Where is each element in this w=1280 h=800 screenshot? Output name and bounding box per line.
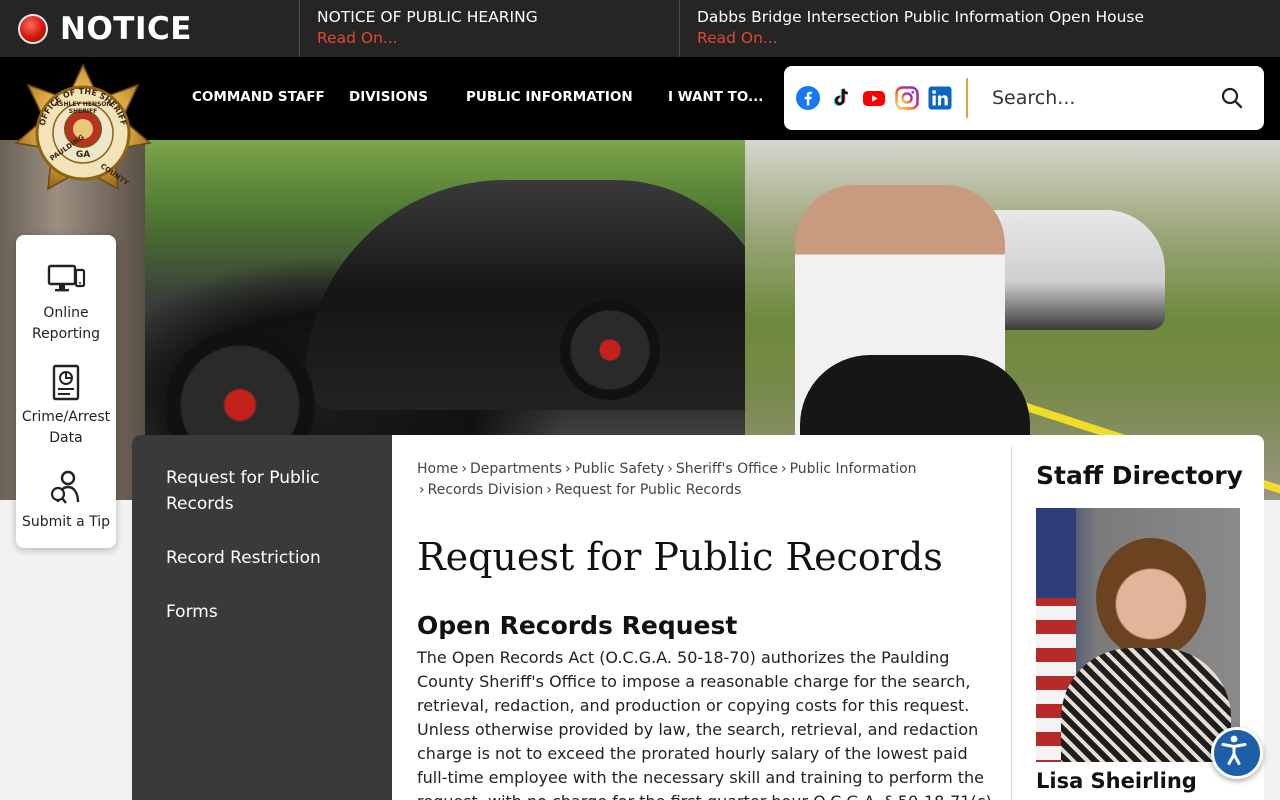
flag-canton-shape (1036, 508, 1076, 598)
site-header: COMMAND STAFF DIVISIONS PUBLIC INFORMATI… (0, 57, 1280, 140)
quick-link-online-reporting[interactable]: Online Reporting (16, 259, 116, 345)
notice-heading: NOTICE (60, 10, 192, 47)
sidebar-nav: Request for Public Records Record Restri… (132, 435, 392, 800)
search-input[interactable] (990, 86, 1214, 110)
linkedin-icon[interactable] (928, 86, 952, 110)
logo-state-text: GA (76, 150, 90, 160)
sidebar-item-request-public-records[interactable]: Request for Public Records (166, 465, 366, 517)
sidebar-item-forms[interactable]: Forms (166, 599, 366, 625)
read-on-link[interactable]: Read On... (317, 27, 679, 49)
youtube-icon[interactable] (862, 86, 886, 110)
notice-bar: NOTICE NOTICE OF PUBLIC HEARING Read On.… (0, 0, 1280, 57)
person-body-shape (1061, 648, 1231, 762)
logo-name-text: ASHLEY HENSON (55, 101, 112, 108)
body-text: The Open Records Act (O.C.G.A. 50-18-70)… (417, 648, 992, 800)
alert-dot-icon (18, 13, 48, 44)
accessibility-icon (1221, 735, 1247, 765)
quick-link-submit-tip[interactable]: Submit a Tip (16, 468, 116, 533)
social-links (784, 86, 952, 110)
breadcrumb-sheriffs-office[interactable]: Sheriff's Office (676, 461, 778, 477)
section-title: Open Records Request (417, 611, 738, 640)
notice-title[interactable]: Dabbs Bridge Intersection Public Informa… (697, 7, 1278, 27)
accessibility-button[interactable] (1211, 727, 1263, 779)
quick-links-panel: Online Reporting Crime/Arrest Data Submi… (16, 235, 116, 548)
tip-person-icon (46, 468, 86, 508)
main-content-panel: Request for Public Records Record Restri… (132, 435, 1264, 800)
breadcrumb: Home › Departments › Public Safety › Sheriff's… (417, 461, 917, 498)
staff-photo[interactable] (1036, 508, 1240, 762)
nav-item-command-staff[interactable]: COMMAND STAFF (192, 89, 325, 105)
search-icon[interactable] (1220, 86, 1244, 110)
person-head-shape (1096, 538, 1206, 658)
page-title: Request for Public Records (417, 535, 943, 579)
notice-title[interactable]: NOTICE OF PUBLIC HEARING (317, 7, 679, 27)
sheriff-badge-logo[interactable]: OFFICE OF THE SHERIFF ASHLEY HENSON SHER… (14, 63, 152, 201)
computer-monitor-icon (46, 259, 86, 299)
patrol-car-shape (305, 180, 775, 410)
logo-title-text: SHERIFF (69, 108, 98, 115)
notice-item[interactable]: NOTICE OF PUBLIC HEARING Read On... (300, 0, 680, 57)
nav-item-public-information[interactable]: PUBLIC INFORMATION (466, 89, 633, 105)
breadcrumb-home[interactable]: Home (417, 461, 458, 477)
instagram-icon[interactable] (895, 86, 919, 110)
breadcrumb-departments[interactable]: Departments (470, 461, 562, 477)
quick-link-label: Online Reporting (31, 305, 101, 342)
content-divider (1011, 447, 1012, 800)
nav-item-i-want-to[interactable]: I WANT TO... (668, 89, 763, 105)
quick-link-crime-arrest-data[interactable]: Crime/Arrest Data (16, 363, 116, 449)
staff-name[interactable]: Lisa Sheirling (1036, 769, 1197, 793)
car-wheel-shape (560, 300, 660, 400)
sidebar-item-record-restriction[interactable]: Record Restriction (166, 545, 366, 571)
report-document-icon (46, 363, 86, 403)
tiktok-icon[interactable] (829, 86, 853, 110)
breadcrumb-current-page[interactable]: Request for Public Records (555, 482, 742, 498)
search-bar (784, 66, 1264, 130)
quick-link-label: Submit a Tip (21, 514, 111, 530)
breadcrumb-records-division[interactable]: Records Division (428, 482, 544, 498)
page-content: Home › Departments › Public Safety › Sheriff's… (417, 435, 1007, 800)
facebook-icon[interactable] (796, 86, 820, 110)
notice-item[interactable]: Dabbs Bridge Intersection Public Informa… (680, 0, 1278, 57)
read-on-link[interactable]: Read On... (697, 27, 1278, 49)
notice-label: NOTICE (0, 0, 300, 57)
breadcrumb-public-information[interactable]: Public Information (790, 461, 917, 477)
search-divider (966, 78, 968, 118)
staff-directory-heading: Staff Directory (1036, 461, 1243, 490)
nav-item-divisions[interactable]: DIVISIONS (349, 89, 428, 105)
breadcrumb-public-safety[interactable]: Public Safety (574, 461, 665, 477)
quick-link-label: Crime/Arrest Data (21, 409, 111, 446)
